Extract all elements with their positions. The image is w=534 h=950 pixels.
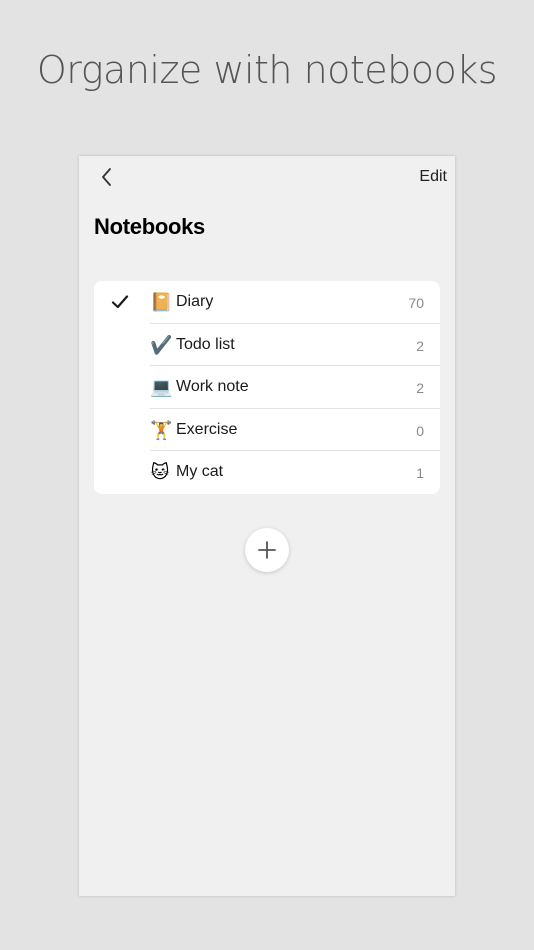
add-notebook-button[interactable] [245, 528, 289, 572]
cat-icon: 🐱 [150, 462, 170, 483]
promo-headline: Organize with notebooks [36, 48, 498, 92]
notebook-count: 70 [408, 295, 424, 311]
notebook-icon: 📔 [150, 292, 173, 312]
notebook-count: 1 [416, 465, 424, 482]
page-title: Notebooks [94, 214, 205, 239]
checkmark-icon: ✔️ [150, 334, 173, 355]
notebook-row-exercise[interactable]: 🏋️ Exercise 0 [94, 409, 440, 452]
notebook-row-work-note[interactable]: 💻 Work note 2 [94, 366, 440, 409]
notebook-count: 2 [416, 337, 424, 354]
weightlifter-icon: 🏋️ [150, 419, 173, 440]
edit-button[interactable]: Edit [419, 168, 447, 186]
notebook-count: 0 [416, 422, 424, 439]
notebook-name: My cat [176, 463, 224, 481]
chevron-left-icon [102, 168, 111, 186]
notebook-row-my-cat[interactable]: 🐱 My cat 1 [94, 451, 440, 494]
notebook-row-diary[interactable]: 📔 Diary 70 [94, 281, 440, 324]
notebook-name: Exercise [176, 420, 238, 438]
app-screen: Edit Notebooks 📔 Diary 70 ✔️ Todo list 2… [79, 156, 455, 896]
selected-check-icon [111, 295, 129, 309]
notebook-count: 2 [416, 380, 424, 397]
laptop-icon: 💻 [150, 377, 173, 398]
notebook-name: Work note [176, 378, 249, 396]
plus-icon [258, 541, 276, 559]
notebook-name: Diary [176, 293, 214, 310]
notebook-list: 📔 Diary 70 ✔️ Todo list 2 💻 Work note 2 … [94, 281, 440, 494]
back-button[interactable] [97, 166, 117, 188]
notebook-name: Todo list [176, 335, 235, 353]
notebook-row-todo-list[interactable]: ✔️ Todo list 2 [94, 324, 440, 367]
